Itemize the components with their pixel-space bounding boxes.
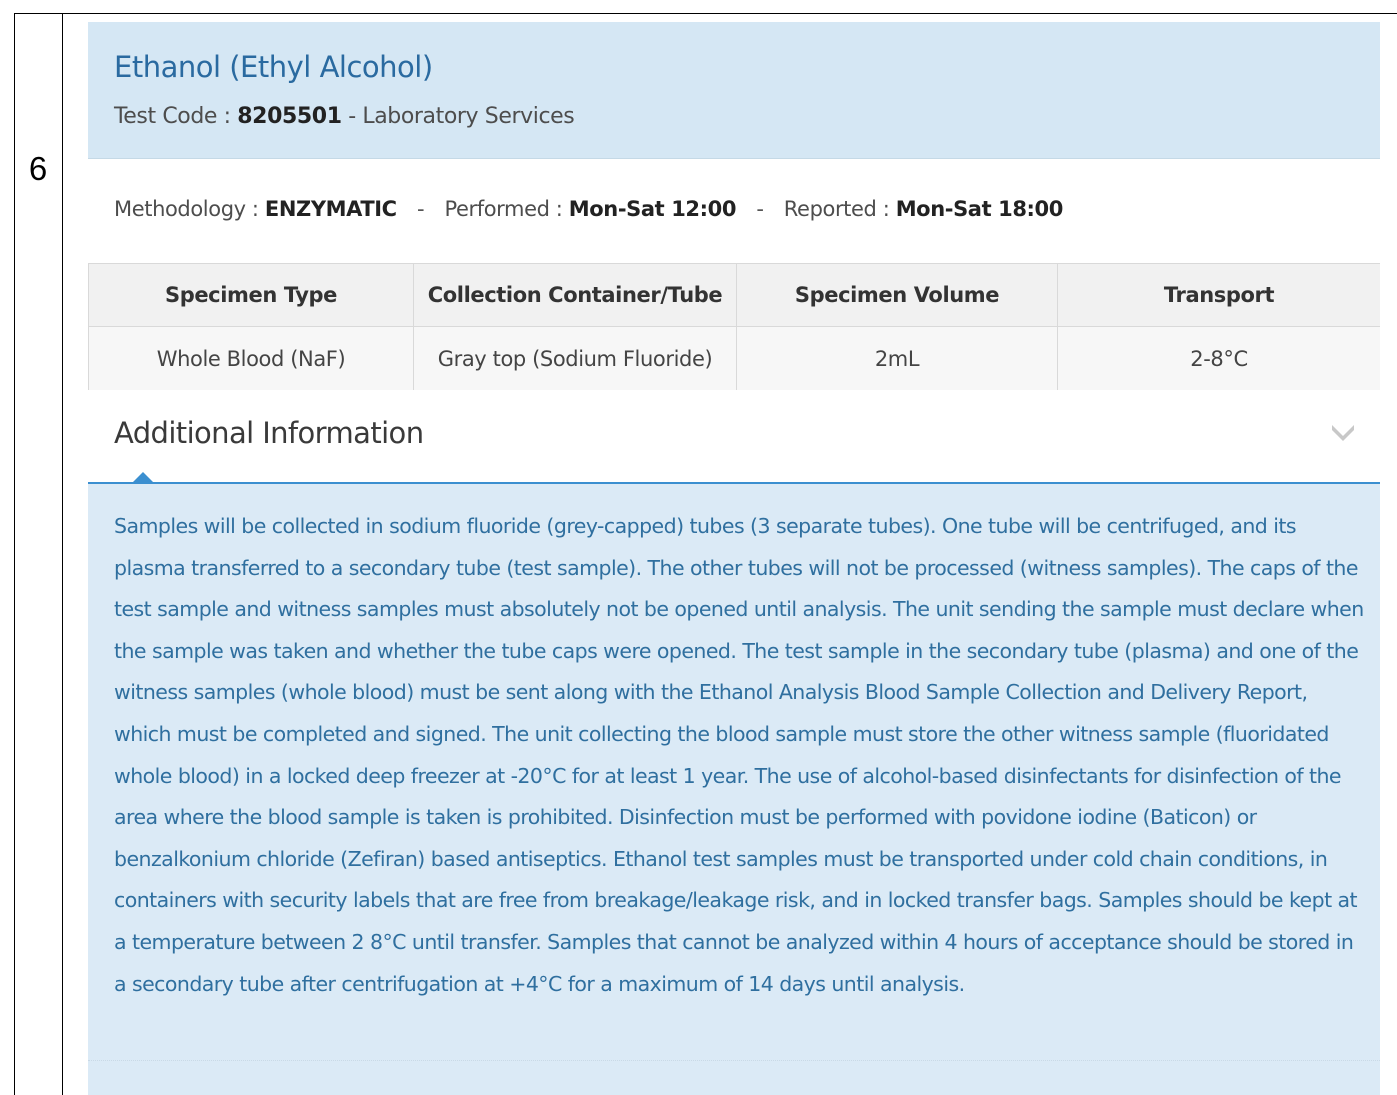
column-header-specimen-type: Specimen Type (88, 263, 414, 327)
performed-value: Mon-Sat 12:00 (568, 197, 737, 221)
row-number: 6 (28, 150, 48, 187)
methodology-line: Methodology : ENZYMATIC - Performed : Mo… (114, 197, 1063, 221)
column-header-specimen-volume: Specimen Volume (736, 263, 1058, 327)
test-code-value: 8205501 (237, 104, 342, 129)
separator: - (756, 197, 764, 221)
cell-specimen-type: Whole Blood (NaF) (88, 326, 414, 392)
cell-collection-container: Gray top (Sodium Fluoride) (413, 326, 737, 392)
cell-specimen-volume: 2mL (736, 326, 1058, 392)
cell-transport: 2-8°C (1057, 326, 1380, 392)
test-title[interactable]: Ethanol (Ethyl Alcohol) (114, 50, 433, 84)
additional-info-text: Samples will be collected in sodium fluo… (114, 514, 1364, 996)
additional-info-panel: Samples will be collected in sodium fluo… (88, 484, 1380, 1061)
column-header-collection-container: Collection Container/Tube (413, 263, 737, 327)
additional-info-title: Additional Information (114, 416, 424, 450)
table-border-top (14, 13, 1397, 14)
methodology-label: Methodology : (114, 197, 265, 221)
test-provider: - Laboratory Services (341, 104, 575, 129)
specimen-table: Specimen Type Collection Container/Tube … (88, 263, 1380, 392)
methodology-value: ENZYMATIC (264, 197, 397, 221)
performed-label: Performed : (444, 197, 569, 221)
table-column-divider (62, 13, 63, 1095)
table-row: Whole Blood (NaF) Gray top (Sodium Fluor… (88, 326, 1380, 392)
test-code-label: Test Code : (114, 104, 238, 129)
methodology-bar: Methodology : ENZYMATIC - Performed : Mo… (88, 159, 1380, 263)
reported-value: Mon-Sat 18:00 (895, 197, 1064, 221)
separator: - (416, 197, 425, 221)
additional-info-accordion-header[interactable]: Additional Information (88, 390, 1380, 484)
card-header: Ethanol (Ethyl Alcohol) Test Code : 8205… (88, 22, 1380, 159)
test-code-line: Test Code : 8205501 - Laboratory Service… (114, 104, 575, 129)
test-card: Ethanol (Ethyl Alcohol) Test Code : 8205… (88, 22, 1380, 1095)
table-header-row: Specimen Type Collection Container/Tube … (88, 263, 1380, 327)
reported-label: Reported : (783, 197, 896, 221)
active-tab-pointer (132, 472, 154, 483)
chevron-down-icon[interactable] (1330, 418, 1356, 444)
column-header-transport: Transport (1057, 263, 1380, 327)
